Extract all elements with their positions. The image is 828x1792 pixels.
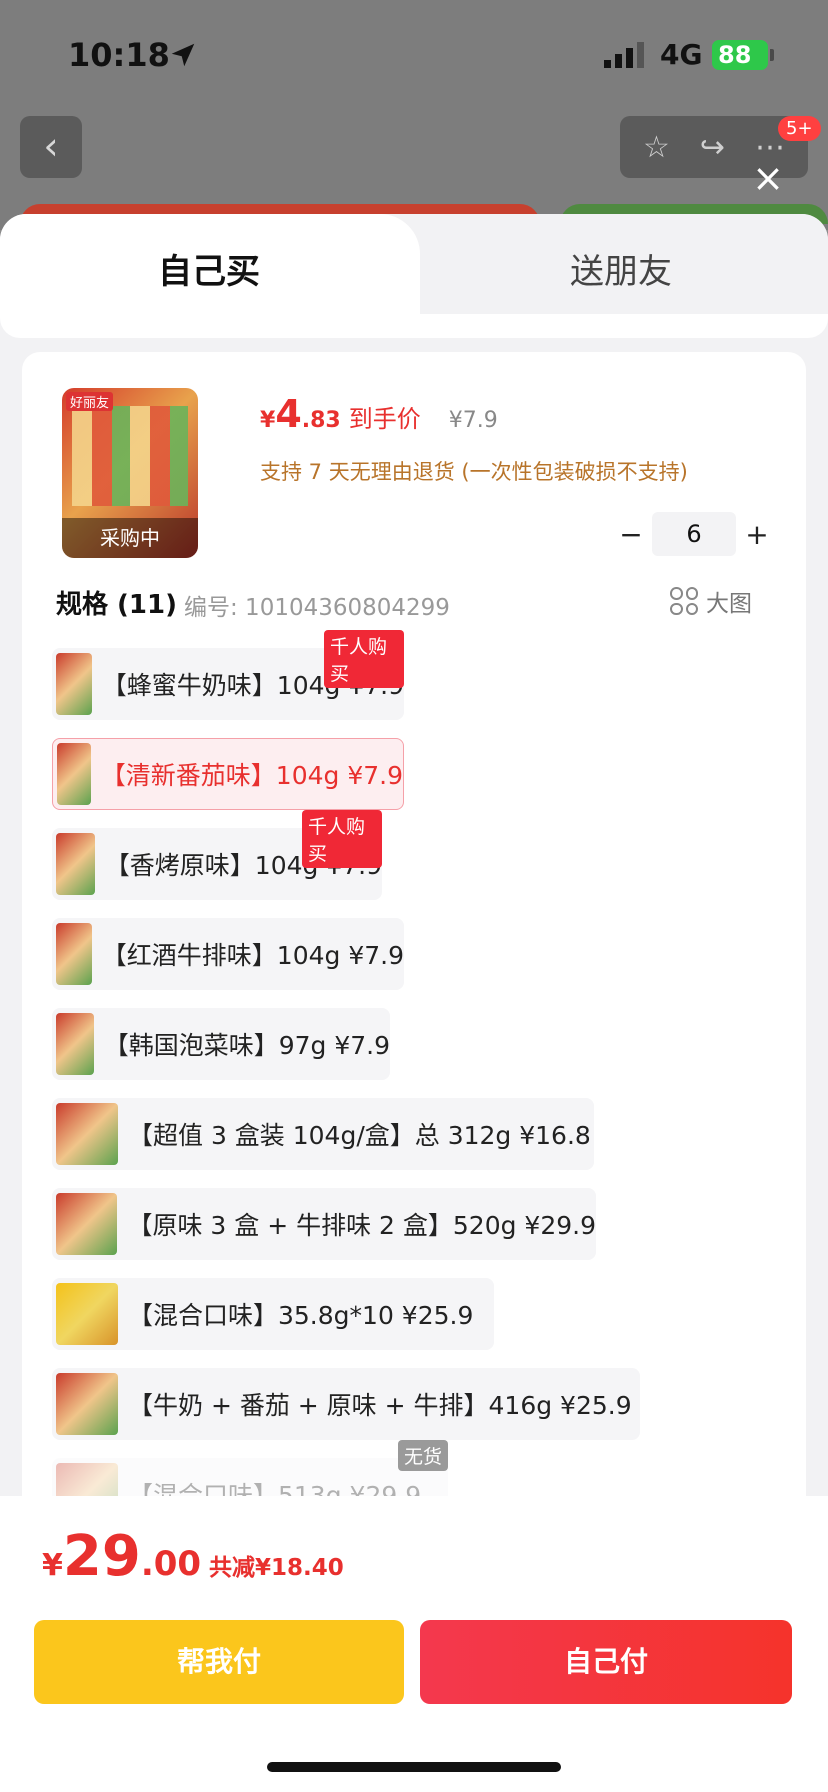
spec-code: 编号: 10104360804299 <box>184 595 450 621</box>
total-savings: 共减¥18.40 <box>209 1555 344 1581</box>
bottom-bar: ¥29.00 共减¥18.40 帮我付 自己付 <box>0 1496 828 1792</box>
help-pay-button[interactable]: 帮我付 <box>34 1620 404 1704</box>
spec-option[interactable]: 【牛奶 + 番茄 + 原味 + 牛排】416g ¥25.9 <box>52 1368 640 1440</box>
status-time: 10:18 <box>68 36 170 74</box>
battery-indicator: 88 <box>712 40 768 70</box>
spec-option[interactable]: 【原味 3 盒 + 牛排味 2 盒】520g ¥29.9 <box>52 1188 596 1260</box>
spec-option[interactable]: 【韩国泡菜味】97g ¥7.9 <box>52 1008 390 1080</box>
return-policy: 支持 7 天无理由退货 (一次性包装破损不支持) <box>260 460 688 484</box>
total-price: ¥29.00 共减¥18.40 <box>42 1524 344 1589</box>
price-integer: 4 <box>275 392 302 436</box>
option-thumbnail <box>56 1193 118 1255</box>
big-picture-label: 大图 <box>706 591 752 617</box>
option-thumbnail <box>57 743 91 805</box>
option-label: 【韩国泡菜味】97g ¥7.9 <box>103 1031 390 1060</box>
big-picture-button[interactable]: 大图 <box>670 584 752 618</box>
popular-badge: 千人购买 <box>302 810 382 868</box>
spec-option[interactable]: 【蜂蜜牛奶味】104g ¥7.9 千人购买 <box>52 630 404 720</box>
option-thumbnail <box>56 1013 94 1075</box>
tab-bar: 自己买 送朋友 <box>0 214 828 314</box>
quantity-value[interactable]: 6 <box>652 512 736 556</box>
total-integer: 29 <box>62 1524 141 1589</box>
product-image-art <box>72 406 188 506</box>
total-decimal: .00 <box>140 1544 202 1584</box>
price-line: ¥4.83 到手价 ¥7.9 <box>260 392 498 436</box>
option-thumbnail <box>56 923 92 985</box>
spec-option[interactable]: 【香烤原味】104g ¥7.9 千人购买 <box>52 810 382 900</box>
option-label: 【牛奶 + 番茄 + 原味 + 牛排】416g ¥25.9 <box>128 1391 632 1420</box>
battery-level: 88 <box>718 41 752 69</box>
self-pay-button[interactable]: 自己付 <box>420 1620 792 1704</box>
option-thumbnail <box>56 653 92 715</box>
option-label: 【超值 3 盒装 104g/盒】总 312g ¥16.8 <box>128 1121 591 1150</box>
back-button[interactable]: ‹ <box>20 116 82 178</box>
plus-button[interactable]: + <box>736 518 778 551</box>
status-bar: 10:18 4G 88 <box>0 0 828 100</box>
popular-badge: 千人购买 <box>324 630 404 688</box>
option-thumbnail <box>56 833 95 895</box>
purchasing-overlay: 采购中 <box>62 518 198 558</box>
spec-option[interactable]: 【超值 3 盒装 104g/盒】总 312g ¥16.8 <box>52 1098 594 1170</box>
original-price: ¥7.9 <box>448 408 498 433</box>
chevron-left-icon: ‹ <box>43 124 59 168</box>
option-thumbnail <box>56 1373 118 1435</box>
option-thumbnail <box>56 1283 118 1345</box>
notification-badge: 5+ <box>778 116 821 141</box>
total-currency: ¥ <box>42 1548 63 1583</box>
price-currency: ¥ <box>260 408 276 433</box>
price-tag: 到手价 <box>348 405 421 433</box>
product-image[interactable]: 好丽友 采购中 <box>62 388 198 558</box>
spec-option-selected[interactable]: 【清新番茄味】104g ¥7.9 <box>52 738 404 810</box>
out-of-stock-badge: 无货 <box>398 1440 449 1471</box>
option-label: 【红酒牛排味】104g ¥7.9 <box>101 941 404 970</box>
grid-icon <box>670 587 698 615</box>
option-label: 【混合口味】35.8g*10 ¥25.9 <box>128 1301 474 1330</box>
brand-logo: 好丽友 <box>66 392 114 411</box>
cell-signal-icon <box>604 42 644 68</box>
home-indicator <box>267 1762 561 1772</box>
close-icon[interactable]: × <box>752 159 784 197</box>
battery-tip <box>770 49 774 61</box>
price-decimal: .83 <box>301 408 341 433</box>
tab-send-friend[interactable]: 送朋友 <box>570 244 672 293</box>
option-label: 【清新番茄味】104g ¥7.9 <box>100 761 403 790</box>
share-icon[interactable]: ↪ <box>700 130 725 165</box>
tab-buy-self[interactable]: 自己买 <box>158 244 260 293</box>
star-icon[interactable]: ☆ <box>643 130 670 165</box>
spec-option[interactable]: 【红酒牛排味】104g ¥7.9 <box>52 918 404 990</box>
location-arrow-icon <box>171 43 195 67</box>
option-thumbnail <box>56 1103 118 1165</box>
minus-button[interactable]: − <box>610 518 652 551</box>
option-label: 【原味 3 盒 + 牛排味 2 盒】520g ¥29.9 <box>127 1211 596 1240</box>
quantity-stepper: − 6 + <box>610 512 780 556</box>
network-type: 4G <box>660 38 703 71</box>
tab-divider <box>0 314 828 338</box>
spec-heading: 规格 (11) <box>56 590 177 620</box>
spec-option[interactable]: 【混合口味】35.8g*10 ¥25.9 <box>52 1278 494 1350</box>
